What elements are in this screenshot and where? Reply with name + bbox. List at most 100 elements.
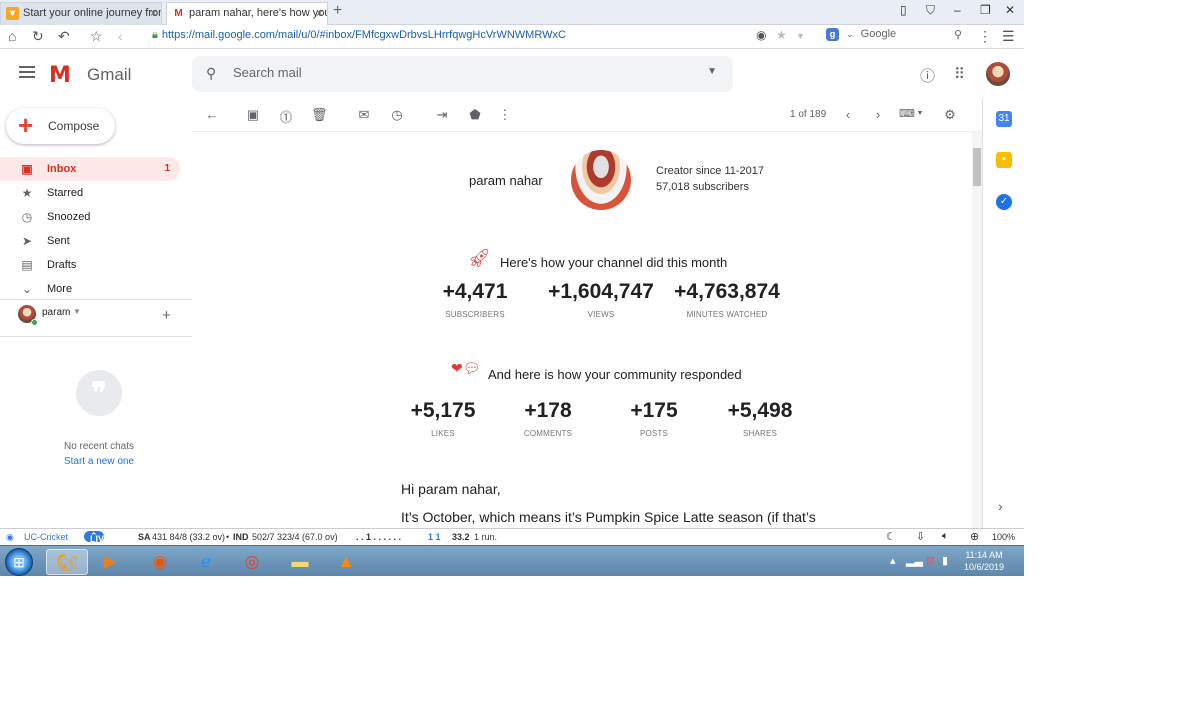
close-window-icon[interactable]: ✕ [1005,3,1015,17]
search-engine-name: Google [860,28,897,40]
clock-date: 10/6/2019 [963,562,1005,572]
star-icon[interactable]: ★ [776,28,787,42]
search-box[interactable]: ⚲ ▼ [192,56,733,92]
sidebar-item-snoozed[interactable]: ◷ Snoozed [0,205,180,229]
refresh-icon[interactable]: ↻ [32,28,44,45]
vlc-taskbar-icon[interactable]: ▲ [332,549,360,575]
close-tab-icon[interactable]: × [316,3,323,24]
star-icon: ★ [21,186,33,200]
minimize-icon[interactable]: – [954,3,961,17]
new-tab-icon[interactable]: + [333,2,342,20]
start-button[interactable]: ⊞ [5,548,33,576]
snooze-icon[interactable]: ◷ [389,107,405,123]
search-icon[interactable]: ⚲ [954,28,962,41]
stat-value: +4,471 [442,280,508,303]
sidebar-item-inbox[interactable]: ▣ Inbox 1 [0,157,180,181]
help-icon[interactable]: ⓘ [920,65,935,86]
chevron-down-icon[interactable]: ▼ [796,31,805,41]
uc-browser-taskbar-icon[interactable]: 🐿︎ [46,549,88,575]
search-engine-box[interactable]: g ⌄ Google ⚲ [826,28,962,46]
url-field[interactable]: 🔒︎ https://mail.google.com/mail/u/0/#inbo… [152,29,566,42]
compose-button[interactable]: + Compose [6,108,115,144]
home-icon[interactable]: ⌂ [8,28,16,44]
media-player-taskbar-icon[interactable]: ▶ [96,549,124,575]
search-icon[interactable]: ⚲ [206,65,216,82]
apps-grid-icon[interactable]: ⠿ [954,65,965,83]
sidebar-item-label: More [47,283,73,295]
team-sa-label: SA [138,532,151,542]
system-clock[interactable]: 11:14 AM 10/6/2019 [958,549,1010,573]
older-icon[interactable]: › [870,107,886,122]
keep-icon[interactable]: ▪ [996,152,1012,168]
network-error-icon[interactable]: ⊠ [926,554,935,567]
tasks-icon[interactable]: ✓ [996,194,1012,210]
shield-icon[interactable]: ⛉ [926,3,935,18]
sidebar-item-drafts[interactable]: ▤ Drafts [0,253,180,277]
browser-tab-1[interactable]: ▾ Start your online journey from × [0,2,162,25]
tray-expand-icon[interactable]: ▴ [890,554,896,567]
chevron-down-icon[interactable]: ▼ [912,110,928,117]
sidebar-item-sent[interactable]: ➤ Sent [0,229,180,253]
stat-value: +4,763,874 [674,280,780,303]
expand-panel-icon[interactable]: › [998,498,1003,514]
close-tab-icon[interactable]: × [150,3,157,24]
archive-icon[interactable]: ▣ [245,107,261,123]
volume-icon[interactable]: 🔈︎ [942,530,949,543]
report-spam-icon[interactable]: ⓵ [278,107,294,126]
scrollbar-thumb[interactable] [973,148,981,186]
calendar-icon[interactable]: 31 [996,111,1012,127]
file-explorer-taskbar-icon[interactable]: ▬ [286,549,314,575]
browser-tab-2[interactable]: M param nahar, here's how your × [166,2,328,25]
zoom-level[interactable]: 100% [992,532,1015,542]
delete-icon[interactable]: 🗑︎ [311,107,328,123]
eye-icon[interactable]: ◉ [756,28,766,42]
bookmark-icon[interactable]: ☆ [90,28,103,45]
gmail-logo-icon[interactable]: M [49,63,71,88]
message-body: param nahar Creator since 11-2017 57,018… [192,132,972,528]
settings-gear-icon[interactable]: ⚙ [942,107,958,123]
search-input[interactable] [233,65,673,80]
maximize-icon[interactable]: ❐ [980,3,991,17]
stat-minutes-watched: +4,763,874 MINUTES WATCHED [667,280,787,319]
live-badge[interactable]: LIVE ⌃ [84,531,110,544]
stat-value: +178 [524,399,572,422]
plus-icon: + [18,110,34,140]
back-icon[interactable]: ‹ [118,28,123,44]
network-signal-icon[interactable]: ▂▃ [906,554,923,567]
firefox-taskbar-icon[interactable]: ◉ [146,549,174,575]
newer-icon[interactable]: ‹ [840,107,856,122]
stat-value: +5,175 [410,399,476,422]
chrome-taskbar-icon[interactable]: ◎ [238,549,266,575]
back-history-icon[interactable]: ↶ [58,28,70,45]
search-options-icon[interactable]: ▼ [707,66,717,77]
main-menu-icon[interactable] [19,66,35,78]
subscriber-count: 57,018 subscribers [656,181,749,193]
label-icon[interactable]: ⬟ [467,107,483,123]
more-vert-icon[interactable]: ⋮ [497,107,513,123]
account-avatar[interactable] [986,62,1010,86]
new-chat-icon[interactable]: + [162,307,171,324]
move-to-icon[interactable]: ⇥ [434,107,450,123]
cricket-app-name[interactable]: UC-Cricket [24,532,68,542]
stat-likes: +5,175 LIKES [383,399,503,438]
internet-explorer-taskbar-icon[interactable]: ℯ [192,549,220,575]
battery-icon[interactable]: ▮ [942,554,948,567]
download-icon[interactable]: ⇩ [916,530,925,543]
scrollbar-track[interactable] [972,132,982,528]
menu-icon[interactable]: ☰ [1002,28,1015,45]
ball-sequence: . . 1 . . . . . . [356,532,402,542]
night-mode-icon[interactable]: ☾ [886,530,896,543]
window-restore-icon[interactable]: ▯ [900,3,907,17]
tab-title: param nahar, here's how your [189,7,328,19]
clock-time: 11:14 AM [965,550,1003,560]
gmail-header: M Gmail ⚲ ▼ ⓘ ⠿ [0,50,1024,98]
team-ind-score: 502/7 323/4 (67.0 ov) [252,532,338,542]
back-arrow-icon[interactable]: ← [204,107,220,122]
mark-unread-icon[interactable]: ✉ [356,107,372,123]
greeting-text: Hi param nahar, [401,481,501,497]
more-vert-icon[interactable]: ⋮ [978,28,992,45]
sidebar-item-more[interactable]: ⌄ More [0,277,180,301]
zoom-icon[interactable]: ⊕ [970,530,979,543]
sidebar-item-starred[interactable]: ★ Starred [0,181,180,205]
start-new-chat-link[interactable]: Start a new one [0,456,198,467]
